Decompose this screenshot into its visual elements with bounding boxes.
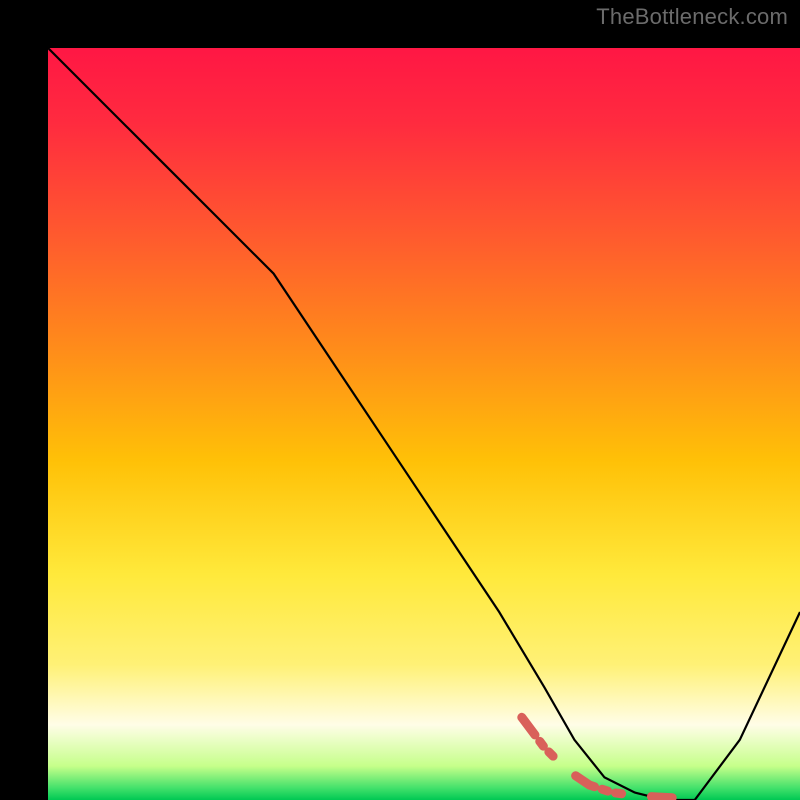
plot-area (24, 24, 776, 776)
chart-svg (48, 48, 800, 800)
watermark-text: TheBottleneck.com (596, 4, 788, 30)
